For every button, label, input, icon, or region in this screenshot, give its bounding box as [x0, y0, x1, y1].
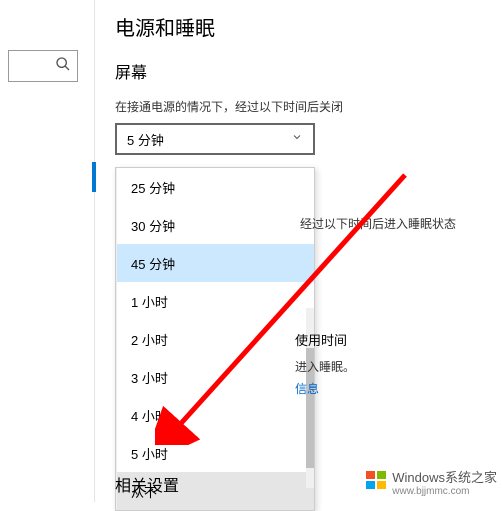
dropdown-option[interactable]: 1 小时 [116, 282, 314, 320]
chevron-down-icon [291, 130, 303, 148]
dropdown-option[interactable]: 25 分钟 [116, 168, 314, 206]
sidebar [0, 0, 95, 502]
dropdown-option[interactable]: 30 分钟 [116, 206, 314, 244]
page-title: 电源和睡眠 [115, 12, 482, 41]
dropdown-option[interactable]: 3 小时 [116, 358, 314, 396]
screen-section-title: 屏幕 [115, 59, 482, 83]
search-icon [55, 56, 71, 77]
dropdown-option[interactable]: 5 小时 [116, 434, 314, 472]
screen-timeout-dropdown[interactable]: 5 分钟 [115, 123, 315, 155]
related-settings-heading: 相关设置 [115, 472, 179, 496]
dropdown-selected-value: 5 分钟 [127, 130, 164, 149]
dropdown-option[interactable]: 2 小时 [116, 320, 314, 358]
watermark: Windows系统之家 www.bjjmmc.com [364, 467, 497, 497]
screen-off-label: 在接通电源的情况下，经过以下时间后关闭 [115, 98, 482, 115]
related-link[interactable]: 信息 [295, 380, 319, 397]
search-input[interactable] [8, 50, 78, 82]
dropdown-option[interactable]: 45 分钟 [116, 244, 314, 282]
related-text: 进入睡眠。 [295, 358, 355, 375]
watermark-url: www.bjjmmc.com [392, 486, 497, 497]
main-content: 电源和睡眠 屏幕 在接通电源的情况下，经过以下时间后关闭 5 分钟 25 分钟 … [95, 0, 502, 502]
dropdown-listbox[interactable]: 25 分钟 30 分钟 45 分钟 1 小时 2 小时 3 小时 4 小时 5 … [115, 167, 315, 511]
sleep-timeout-label: 经过以下时间后进入睡眠状态 [300, 215, 456, 232]
windows-logo-icon [364, 468, 388, 497]
dropdown-option[interactable]: 4 小时 [116, 396, 314, 434]
watermark-brand: Windows系统之家 [392, 467, 497, 486]
related-heading: 使用时间 [295, 330, 347, 349]
